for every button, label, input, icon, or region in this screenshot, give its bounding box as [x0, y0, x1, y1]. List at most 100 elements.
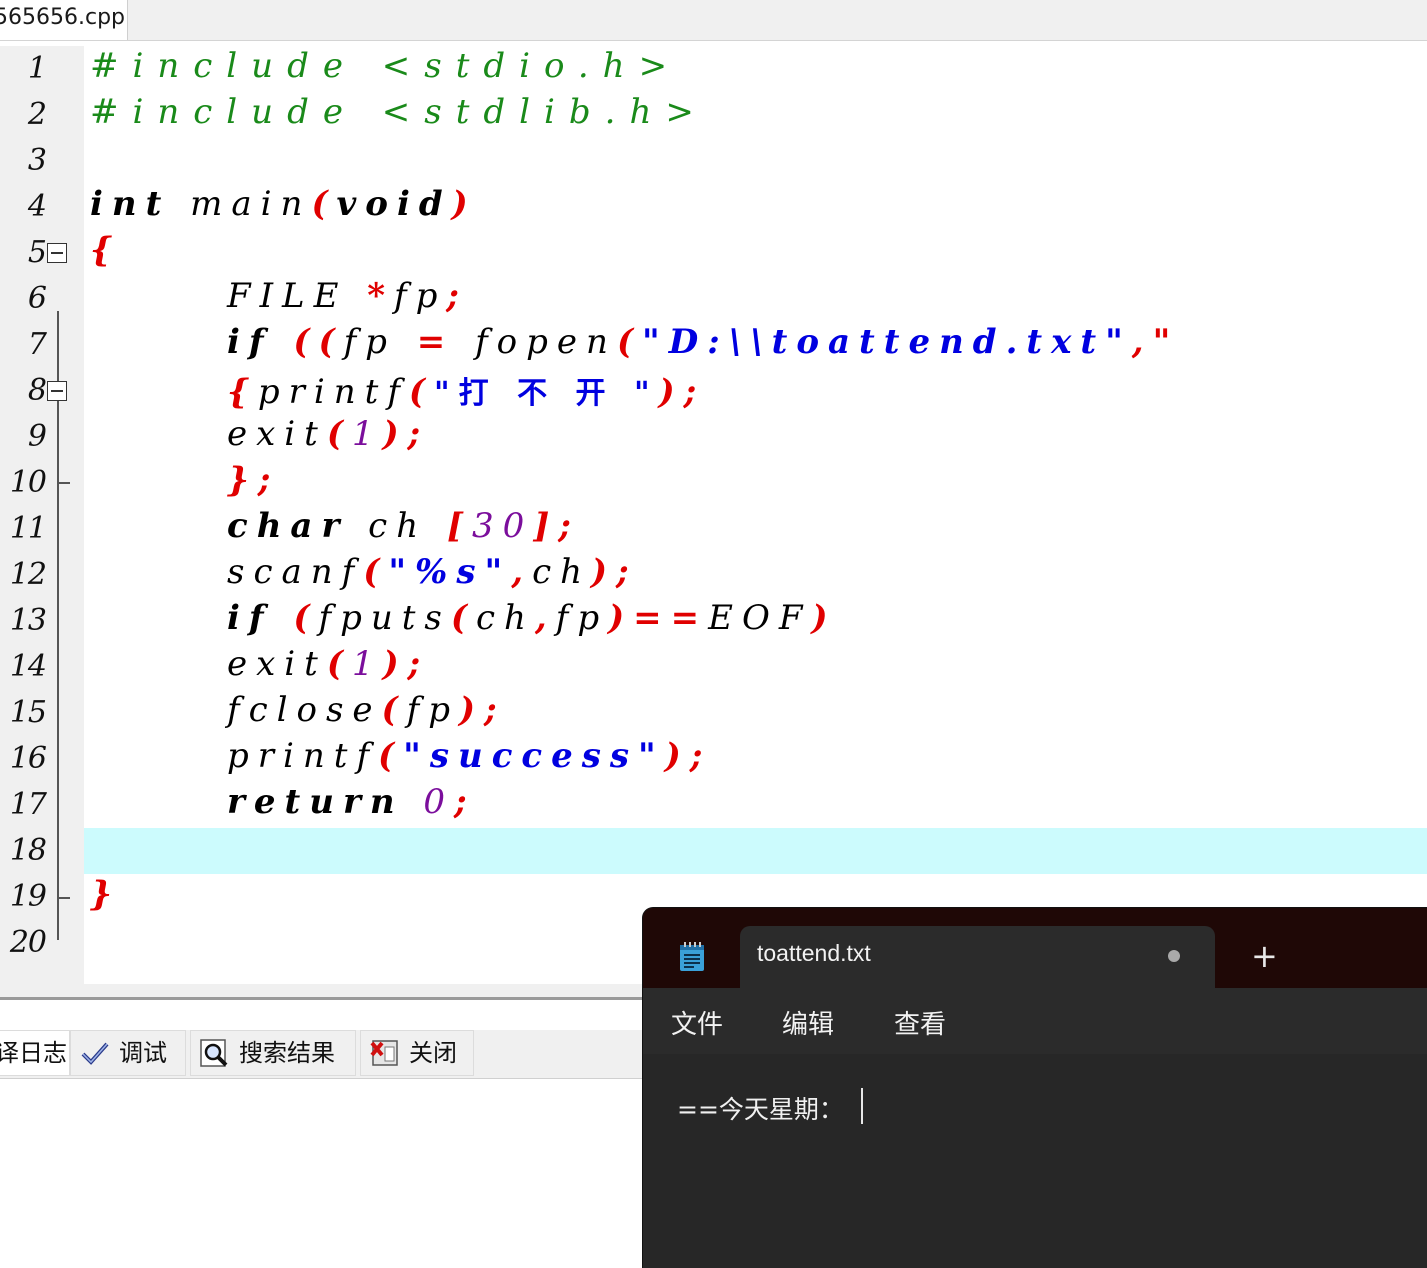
- code-editor[interactable]: #include <stdio.h> #include <stdlib.h> i…: [84, 46, 1427, 984]
- notepad-text-area[interactable]: ==今天星期：: [643, 1054, 1427, 1268]
- line-number: 2: [27, 97, 47, 132]
- identifier: EOF: [708, 598, 812, 638]
- code-line: }: [90, 874, 121, 914]
- line-number-gutter: 1 2 3 4 5 6 7 8 9 10 11 12 13 14 15 16 1…: [0, 46, 84, 984]
- string-literal: "%s": [388, 552, 512, 592]
- string-literal: "success": [403, 736, 665, 776]
- symbol: (: [450, 598, 476, 638]
- notepad-window[interactable]: toattend.txt + 文件 编辑 查看 ==今天星期：: [643, 908, 1427, 1268]
- close-panel-icon: [369, 1037, 401, 1069]
- identifier: scanf: [227, 552, 364, 592]
- symbol: ((: [272, 322, 344, 362]
- symbol: )==: [608, 598, 709, 638]
- identifier: fclose: [227, 690, 382, 730]
- keyword: int: [90, 184, 171, 224]
- symbol: );: [658, 372, 706, 412]
- line-number: 12: [9, 557, 47, 592]
- fold-guide-line: [57, 311, 59, 940]
- number-literal: 0: [403, 782, 455, 822]
- notepad-titlebar[interactable]: toattend.txt +: [643, 908, 1427, 988]
- fold-end-marker: [57, 482, 70, 484]
- code-line: FILE *fp;: [227, 276, 468, 322]
- symbol: [: [446, 506, 473, 546]
- identifier: ch: [475, 598, 535, 638]
- search-results-icon: [199, 1037, 231, 1069]
- keyword: void: [336, 184, 452, 224]
- fold-collapse-icon[interactable]: [47, 243, 67, 263]
- symbol: ];: [533, 506, 580, 546]
- identifier: ch: [532, 552, 592, 592]
- symbol: (: [408, 372, 435, 412]
- file-tab[interactable]: 565656.cpp: [0, 0, 128, 40]
- string-literal: "D:\\toattend.txt": [642, 322, 1132, 362]
- line-number: 6: [27, 281, 47, 316]
- menu-edit[interactable]: 编辑: [782, 1004, 834, 1041]
- line-number: 3: [27, 143, 47, 178]
- fold-collapse-icon[interactable]: [47, 381, 67, 401]
- symbol: );: [459, 690, 506, 730]
- tab-label: 调试: [119, 1039, 167, 1067]
- symbol: ,: [511, 552, 533, 592]
- number-literal: 1: [351, 644, 383, 684]
- string-literal: "打 不 开 ": [434, 376, 659, 411]
- number-literal: 1: [351, 414, 383, 454]
- identifier: printf: [257, 372, 409, 412]
- symbol: {: [227, 372, 258, 412]
- code-line: int main(void): [90, 184, 477, 230]
- symbol: ;: [446, 276, 468, 316]
- symbol: =: [395, 322, 476, 362]
- current-line-highlight: [84, 828, 1427, 874]
- symbol: ;: [454, 782, 476, 822]
- fold-end-marker: [57, 897, 70, 899]
- symbol: ,": [1131, 322, 1180, 362]
- symbol: (: [378, 736, 404, 776]
- identifier: fp: [343, 322, 396, 362]
- tab-search-results[interactable]: 搜索结果: [190, 1030, 356, 1076]
- tab-label: 搜索结果: [239, 1039, 335, 1067]
- notepad-menubar: 文件 编辑 查看: [643, 988, 1427, 1054]
- code-line: if ((fp = fopen("D:\\toattend.txt",": [227, 322, 1179, 368]
- symbol: ,: [534, 598, 556, 638]
- code-line: #include <stdio.h>: [90, 46, 682, 86]
- new-tab-button[interactable]: +: [1251, 936, 1278, 976]
- line-number: 4: [27, 189, 47, 224]
- notepad-content: ==今天星期：: [677, 1095, 844, 1124]
- symbol: );: [664, 736, 712, 776]
- identifier: fp: [555, 598, 609, 638]
- menu-file[interactable]: 文件: [671, 1004, 723, 1041]
- tab-debug[interactable]: 调试: [70, 1030, 186, 1076]
- identifier: fopen: [475, 322, 617, 362]
- symbol: );: [382, 414, 430, 454]
- keyword: if: [227, 322, 273, 362]
- code-line: };: [227, 460, 280, 500]
- code-line: if (fputs(ch,fp)==EOF): [227, 598, 837, 644]
- line-number: 15: [9, 695, 47, 730]
- text-caret: [861, 1088, 863, 1124]
- panel-splitter[interactable]: [0, 984, 645, 1000]
- symbol: );: [591, 552, 638, 592]
- symbol: );: [382, 644, 430, 684]
- symbol: ): [451, 184, 477, 224]
- unsaved-indicator-icon[interactable]: [1168, 950, 1180, 962]
- symbol: (: [311, 184, 337, 224]
- tab-compile-log[interactable]: 译日志: [0, 1030, 70, 1076]
- line-number: 14: [9, 649, 47, 684]
- line-number: 8: [27, 373, 47, 408]
- notepad-tab-title: toattend.txt: [757, 940, 871, 966]
- code-line: #include <stdlib.h>: [90, 92, 708, 132]
- line-number: 5: [27, 235, 47, 270]
- identifier: fputs: [318, 598, 451, 638]
- notepad-tab[interactable]: toattend.txt: [740, 926, 1215, 988]
- tab-label: 关闭: [409, 1039, 457, 1067]
- menu-view[interactable]: 查看: [894, 1004, 946, 1041]
- identifier: FILE: [227, 276, 368, 316]
- line-number: 20: [9, 925, 47, 960]
- line-number: 16: [9, 741, 47, 776]
- line-number: 19: [9, 879, 47, 914]
- identifier: exit: [227, 644, 327, 684]
- code-line: char ch [30];: [227, 506, 580, 552]
- identifier: fp: [406, 690, 459, 730]
- tab-close[interactable]: 关闭: [360, 1030, 474, 1076]
- line-number: 7: [27, 327, 47, 362]
- code-line: fclose(fp);: [227, 690, 506, 736]
